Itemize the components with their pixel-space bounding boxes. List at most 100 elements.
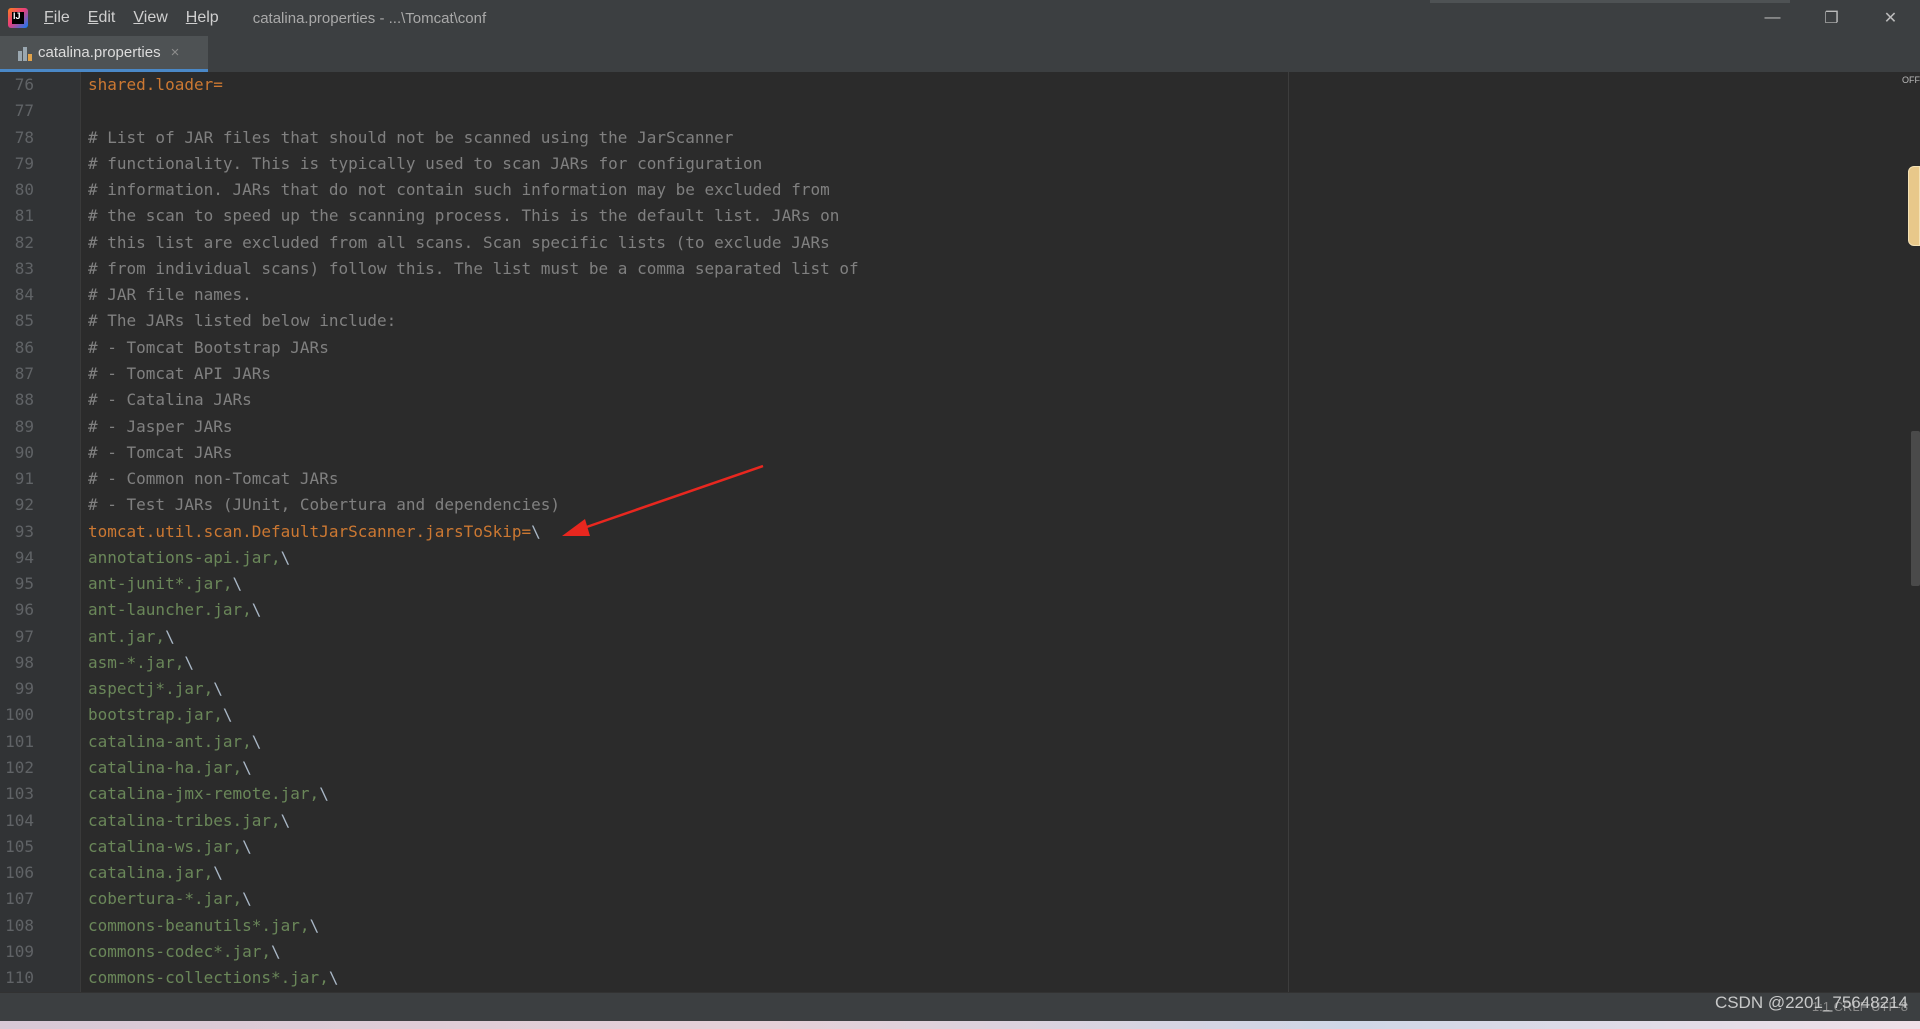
- code-line[interactable]: 90 # - Tomcat JARs: [0, 440, 1900, 466]
- line-continuation: \: [319, 784, 329, 804]
- inspection-off-label[interactable]: OFF: [1902, 75, 1920, 85]
- code-line[interactable]: 94 annotations-api.jar,\: [0, 545, 1900, 571]
- code-text: catalina-ha.jar,\: [88, 755, 252, 781]
- code-line[interactable]: 78 # List of JAR files that should not be…: [0, 125, 1900, 151]
- code-line[interactable]: 91 # - Common non-Tomcat JARs: [0, 466, 1900, 492]
- minimize-button[interactable]: —: [1743, 0, 1802, 36]
- code-line[interactable]: 97 ant.jar,\: [0, 624, 1900, 650]
- code-line[interactable]: 105 catalina-ws.jar,\: [0, 834, 1900, 860]
- menu-file[interactable]: File: [42, 7, 72, 29]
- code-line[interactable]: 87 # - Tomcat API JARs: [0, 361, 1900, 387]
- code-line[interactable]: 106 catalina.jar,\: [0, 860, 1900, 886]
- code-line[interactable]: 85 # The JARs listed below include:: [0, 308, 1900, 334]
- line-number: 83: [14, 258, 34, 278]
- code-line[interactable]: 96 ant-launcher.jar,\: [0, 597, 1900, 623]
- line-number: 90: [14, 442, 34, 462]
- tab-catalina-properties[interactable]: catalina.properties ×: [0, 36, 208, 72]
- line-number: 89: [14, 416, 34, 436]
- restore-button[interactable]: ❐: [1802, 0, 1861, 36]
- code-line[interactable]: 109 commons-codec*.jar,\: [0, 939, 1900, 965]
- code-line[interactable]: 98 asm-*.jar,\: [0, 650, 1900, 676]
- property-value: annotations-api.jar,: [88, 547, 281, 567]
- line-continuation: \: [232, 574, 243, 594]
- menu-edit[interactable]: Edit: [86, 7, 118, 29]
- code-line[interactable]: 92 # - Test JARs (JUnit, Cobertura and de…: [0, 492, 1900, 518]
- code-line[interactable]: 99 aspectj*.jar,\: [0, 676, 1900, 702]
- code-line[interactable]: 108 commons-beanutils*.jar,\: [0, 913, 1900, 939]
- line-continuation: \: [531, 521, 541, 541]
- tab-close-icon[interactable]: ×: [171, 44, 180, 61]
- code-text: catalina-ws.jar,\: [88, 834, 252, 860]
- code-line[interactable]: 77: [0, 98, 1900, 124]
- code-line[interactable]: 101 catalina-ant.jar,\: [0, 729, 1900, 755]
- line-number: 86: [14, 337, 34, 357]
- csdn-watermark: CSDN @2201_75648214: [1714, 993, 1908, 1012]
- equals-sign: =: [213, 75, 223, 94]
- intellij-logo-icon[interactable]: IJ: [8, 8, 28, 28]
- code-line[interactable]: 86 # - Tomcat Bootstrap JARs: [0, 335, 1900, 361]
- code-text: # JAR file names.: [88, 282, 252, 308]
- line-number: 94: [14, 547, 34, 567]
- code-line[interactable]: 84 # JAR file names.: [0, 282, 1900, 308]
- code-line[interactable]: 82 # this list are excluded from all scan…: [0, 230, 1900, 256]
- property-value: catalina-ws.jar,: [88, 836, 243, 856]
- code-line[interactable]: 102 catalina-ha.jar,\: [0, 755, 1900, 781]
- code-text: commons-collections*.jar,\: [88, 965, 338, 991]
- code-line[interactable]: 95 ant-junit*.jar,\: [0, 571, 1900, 597]
- code-text: catalina-jmx-remote.jar,\: [88, 781, 329, 807]
- line-number: 101: [5, 731, 34, 751]
- code-line[interactable]: 88 # - Catalina JARs: [0, 387, 1900, 413]
- line-number: 93: [14, 521, 34, 541]
- line-continuation: \: [251, 731, 262, 751]
- code-line[interactable]: 89 # - Jasper JARs: [0, 414, 1900, 440]
- code-line[interactable]: 107 cobertura-*.jar,\: [0, 886, 1900, 912]
- line-continuation: \: [280, 810, 291, 830]
- property-value: ant.jar,: [88, 626, 166, 646]
- scroll-marker[interactable]: [1908, 166, 1920, 246]
- property-value: catalina-jmx-remote.jar,: [88, 784, 320, 804]
- property-value: catalina.jar,: [88, 863, 214, 883]
- code-line[interactable]: 83 # from individual scans) follow this. …: [0, 256, 1900, 282]
- equals-sign: =: [521, 521, 532, 541]
- property-key: shared.loader: [88, 75, 214, 94]
- code-editor[interactable]: 76 shared.loader= 77 78 # List of JAR files …: [0, 72, 1920, 992]
- property-value: catalina-ha.jar,: [88, 758, 243, 778]
- code-text: # the scan to speed up the scanning proc…: [88, 203, 839, 229]
- menu-help[interactable]: Help: [184, 7, 221, 29]
- comment-text: # The JARs listed below include:: [88, 311, 397, 331]
- code-line[interactable]: 79 # functionality. This is typically use…: [0, 151, 1900, 177]
- code-text: # The JARs listed below include:: [88, 308, 396, 334]
- code-line[interactable]: 110 commons-collections*.jar,\: [0, 965, 1900, 991]
- line-number: 109: [5, 941, 34, 961]
- code-text: # functionality. This is typically used …: [88, 151, 762, 177]
- property-value: catalina-ant.jar,: [88, 731, 252, 751]
- line-number: 102: [5, 758, 34, 778]
- code-line[interactable]: 104 catalina-tribes.jar,\: [0, 808, 1900, 834]
- code-line[interactable]: 80 # information. JARs that do not contai…: [0, 177, 1900, 203]
- comment-text: # - Catalina JARs: [88, 390, 252, 410]
- menu-view[interactable]: View: [131, 7, 169, 29]
- close-button[interactable]: ✕: [1861, 0, 1920, 36]
- code-line[interactable]: 100 bootstrap.jar,\: [0, 702, 1900, 728]
- line-number: 79: [14, 153, 34, 173]
- line-number: 87: [14, 363, 34, 383]
- line-number: 78: [14, 127, 34, 147]
- code-text: # from individual scans) follow this. Th…: [88, 256, 859, 282]
- tab-label: catalina.properties: [38, 44, 161, 61]
- line-number: 105: [5, 836, 34, 856]
- code-line[interactable]: 76 shared.loader=: [0, 72, 1900, 98]
- property-value: bootstrap.jar,: [88, 705, 223, 725]
- vertical-scrollbar[interactable]: [1911, 431, 1920, 586]
- code-text: cobertura-*.jar,\: [88, 886, 252, 912]
- code-text: # this list are excluded from all scans.…: [88, 230, 830, 256]
- property-value: ant-junit*.jar,: [88, 574, 233, 594]
- code-text: commons-beanutils*.jar,\: [88, 913, 319, 939]
- code-line[interactable]: 81 # the scan to speed up the scanning pr…: [0, 203, 1900, 229]
- code-line[interactable]: 93 tomcat.util.scan.DefaultJarScanner.jar…: [0, 519, 1900, 545]
- properties-file-icon: [18, 45, 32, 61]
- line-continuation: \: [328, 968, 339, 988]
- comment-text: # this list are excluded from all scans.…: [88, 232, 830, 252]
- code-text: catalina.jar,\: [88, 860, 223, 886]
- code-line[interactable]: 103 catalina-jmx-remote.jar,\: [0, 781, 1900, 807]
- line-continuation: \: [213, 679, 223, 699]
